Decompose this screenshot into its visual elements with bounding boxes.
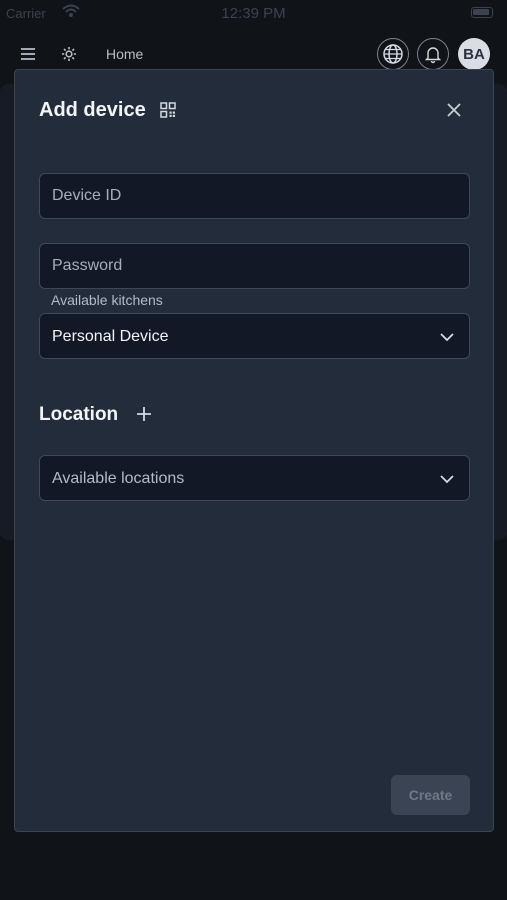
location-select[interactable]: Available locations (39, 455, 470, 501)
plus-icon[interactable] (135, 405, 153, 423)
battery-icon (471, 7, 493, 18)
close-icon[interactable] (443, 99, 465, 121)
chevron-down-icon (439, 329, 455, 345)
kitchen-select-value: Personal Device (52, 328, 169, 345)
location-select-placeholder: Available locations (52, 470, 185, 487)
status-bar: Carrier 12:39 PM (0, 0, 507, 28)
home-link[interactable]: Home (106, 46, 143, 62)
create-button[interactable]: Create (391, 775, 470, 815)
gear-icon[interactable] (58, 43, 80, 65)
qr-code-icon[interactable] (159, 101, 177, 119)
status-time: 12:39 PM (221, 5, 286, 22)
device-id-input[interactable] (40, 174, 469, 218)
password-input[interactable] (40, 244, 469, 288)
available-kitchens-label: Available kitchens (51, 292, 163, 308)
location-heading: Location (39, 404, 119, 425)
add-device-dialog: Add device Available kitchens Personal D… (14, 69, 494, 832)
bell-icon[interactable] (417, 38, 449, 70)
password-field[interactable] (39, 243, 470, 289)
globe-icon[interactable] (377, 38, 409, 70)
avatar[interactable]: BA (458, 38, 490, 70)
kitchen-select[interactable]: Personal Device (39, 313, 470, 359)
device-id-field[interactable] (39, 173, 470, 219)
hamburger-icon[interactable] (17, 43, 39, 65)
dialog-title: Add device (39, 99, 146, 121)
chevron-down-icon (439, 471, 455, 487)
